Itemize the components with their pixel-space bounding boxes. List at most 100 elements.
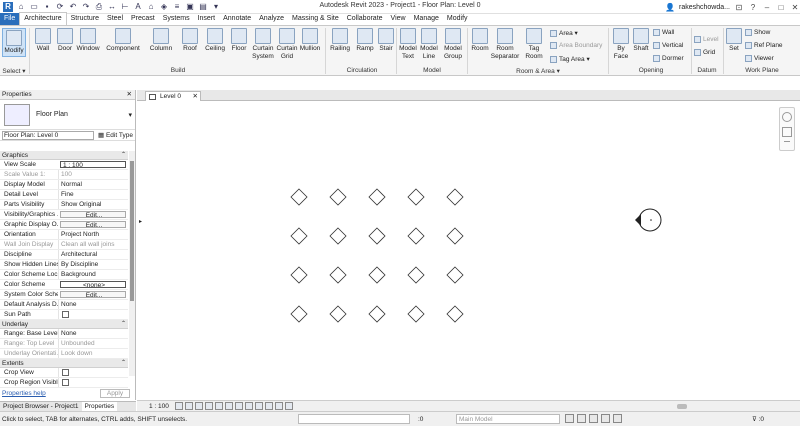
switch-windows-icon[interactable]: ▤ (198, 2, 208, 12)
section-icon[interactable]: ◈ (159, 2, 169, 12)
column-diamond[interactable] (446, 227, 464, 245)
group-select[interactable]: Select ▾ (2, 67, 26, 75)
column-diamond[interactable] (329, 305, 347, 323)
open-icon[interactable]: ▭ (29, 2, 39, 12)
door-button[interactable]: Door (55, 28, 75, 53)
undo-icon[interactable]: ↶ (68, 2, 78, 12)
collapse-icon[interactable]: ⌃ (121, 359, 126, 368)
column-button[interactable]: Column (148, 28, 174, 53)
help-icon[interactable]: ? (748, 3, 758, 12)
area-button[interactable]: Area ▾ (550, 29, 578, 37)
tab-precast[interactable]: Precast (127, 13, 159, 25)
close-icon[interactable]: ✕ (193, 92, 198, 101)
viewer-button[interactable]: Viewer (745, 55, 774, 62)
property-value[interactable]: Architectural (58, 250, 128, 259)
column-diamond[interactable] (368, 266, 386, 284)
floor-plan-drawing[interactable]: ▸ (137, 101, 800, 400)
view-tab-level-0[interactable]: Level 0 ✕ (145, 91, 201, 101)
qat-dropdown-icon[interactable]: ▾ (211, 2, 221, 12)
collapse-icon[interactable]: ⌃ (121, 151, 126, 160)
type-selector[interactable]: Floor Plan ▾ (0, 100, 135, 130)
tab-steel[interactable]: Steel (103, 13, 127, 25)
property-value[interactable]: None (58, 300, 128, 309)
thin-lines-icon[interactable]: ≡ (172, 2, 182, 12)
drawing-canvas[interactable]: ▸ (137, 101, 800, 400)
model-line-button[interactable]: Model Line (419, 28, 439, 61)
drag-elements-icon[interactable] (613, 414, 622, 423)
shadows-icon[interactable] (205, 402, 213, 410)
modify-button[interactable]: Modify (2, 28, 26, 57)
column-diamond[interactable] (290, 227, 308, 245)
property-value[interactable]: Project North (58, 230, 128, 239)
column-diamond[interactable] (290, 266, 308, 284)
column-diamond[interactable] (329, 266, 347, 284)
curtain-system-button[interactable]: Curtain System (251, 28, 275, 61)
highlight-icon[interactable] (285, 402, 293, 410)
property-value[interactable]: Edit... (60, 211, 126, 218)
scrollbar-thumb[interactable] (130, 161, 134, 301)
component-button[interactable]: Component (104, 28, 142, 53)
sun-path-icon[interactable] (195, 402, 203, 410)
nav-dropdown-icon[interactable] (784, 141, 790, 145)
revit-logo-icon[interactable]: R (3, 1, 13, 12)
tab-insert[interactable]: Insert (194, 13, 220, 25)
properties-help-link[interactable]: Properties help (2, 390, 46, 397)
home-icon[interactable]: ⌂ (16, 2, 26, 12)
group-room-area[interactable]: Room & Area ▾ (470, 67, 606, 75)
detail-level-icon[interactable] (175, 402, 183, 410)
property-value[interactable]: 1 : 100 (60, 161, 126, 168)
steering-wheel-icon[interactable] (782, 112, 792, 122)
column-diamond[interactable] (446, 266, 464, 284)
close-icon[interactable]: ✕ (790, 3, 800, 12)
workset-select[interactable] (298, 414, 410, 424)
property-value[interactable]: Edit... (60, 291, 126, 298)
reveal-hidden-icon[interactable] (255, 402, 263, 410)
ref-plane-button[interactable]: Ref Plane (745, 42, 783, 49)
column-diamond[interactable] (290, 188, 308, 206)
close-views-icon[interactable]: ▣ (185, 2, 195, 12)
model-group-button[interactable]: Model Group (441, 28, 465, 61)
mullion-button[interactable]: Mullion (299, 28, 321, 53)
wall-button[interactable]: Wall (33, 28, 53, 53)
edit-type-button[interactable]: ▦ Edit Type (98, 131, 133, 139)
shaft-button[interactable]: Shaft (631, 28, 651, 53)
column-diamond[interactable] (329, 188, 347, 206)
cart-icon[interactable]: ⊡ (734, 3, 744, 12)
column-diamond[interactable] (407, 188, 425, 206)
tab-analyze[interactable]: Analyze (255, 13, 288, 25)
floor-button[interactable]: Floor (229, 28, 249, 53)
dimension-icon[interactable]: ⊢ (120, 2, 130, 12)
collapse-icon[interactable]: ⌃ (121, 320, 126, 329)
text-icon[interactable]: A (133, 2, 143, 12)
visual-style-icon[interactable] (185, 402, 193, 410)
tab-manage[interactable]: Manage (410, 13, 443, 25)
vertical-opening-button[interactable]: Vertical (653, 42, 683, 49)
category-underlay[interactable]: Underlay ⌃ (0, 320, 128, 329)
user-name[interactable]: rakeshchowda... (679, 4, 730, 11)
temporary-hide-icon[interactable] (245, 402, 253, 410)
category-graphics[interactable]: Graphics ⌃ (0, 151, 128, 160)
model-text-button[interactable]: Model Text (398, 28, 418, 61)
tab-systems[interactable]: Systems (159, 13, 194, 25)
tab-file[interactable]: File (0, 13, 20, 25)
elevation-marker-left[interactable]: ▸ (139, 219, 142, 225)
design-option-select[interactable]: Main Model (456, 414, 560, 424)
column-diamond[interactable] (368, 227, 386, 245)
checkbox[interactable] (62, 379, 69, 386)
column-diamond[interactable] (446, 305, 464, 323)
tab-massing-site[interactable]: Massing & Site (288, 13, 343, 25)
view-scale[interactable]: 1 : 100 (149, 403, 169, 410)
set-workplane-button[interactable]: Set (726, 28, 742, 53)
select-links-icon[interactable] (565, 414, 574, 423)
property-value[interactable]: Background (58, 270, 128, 279)
tab-annotate[interactable]: Annotate (219, 13, 255, 25)
property-value[interactable]: Fine (58, 190, 128, 199)
sync-icon[interactable]: ⟳ (55, 2, 65, 12)
show-crop-icon[interactable] (225, 402, 233, 410)
elevation-marker-right[interactable] (635, 208, 662, 232)
column-diamond[interactable] (329, 227, 347, 245)
roof-button[interactable]: Roof (180, 28, 200, 53)
show-workplane-button[interactable]: Show (745, 29, 770, 36)
properties-scrollbar[interactable] (129, 151, 135, 376)
tab-architecture[interactable]: Architecture (19, 12, 67, 25)
